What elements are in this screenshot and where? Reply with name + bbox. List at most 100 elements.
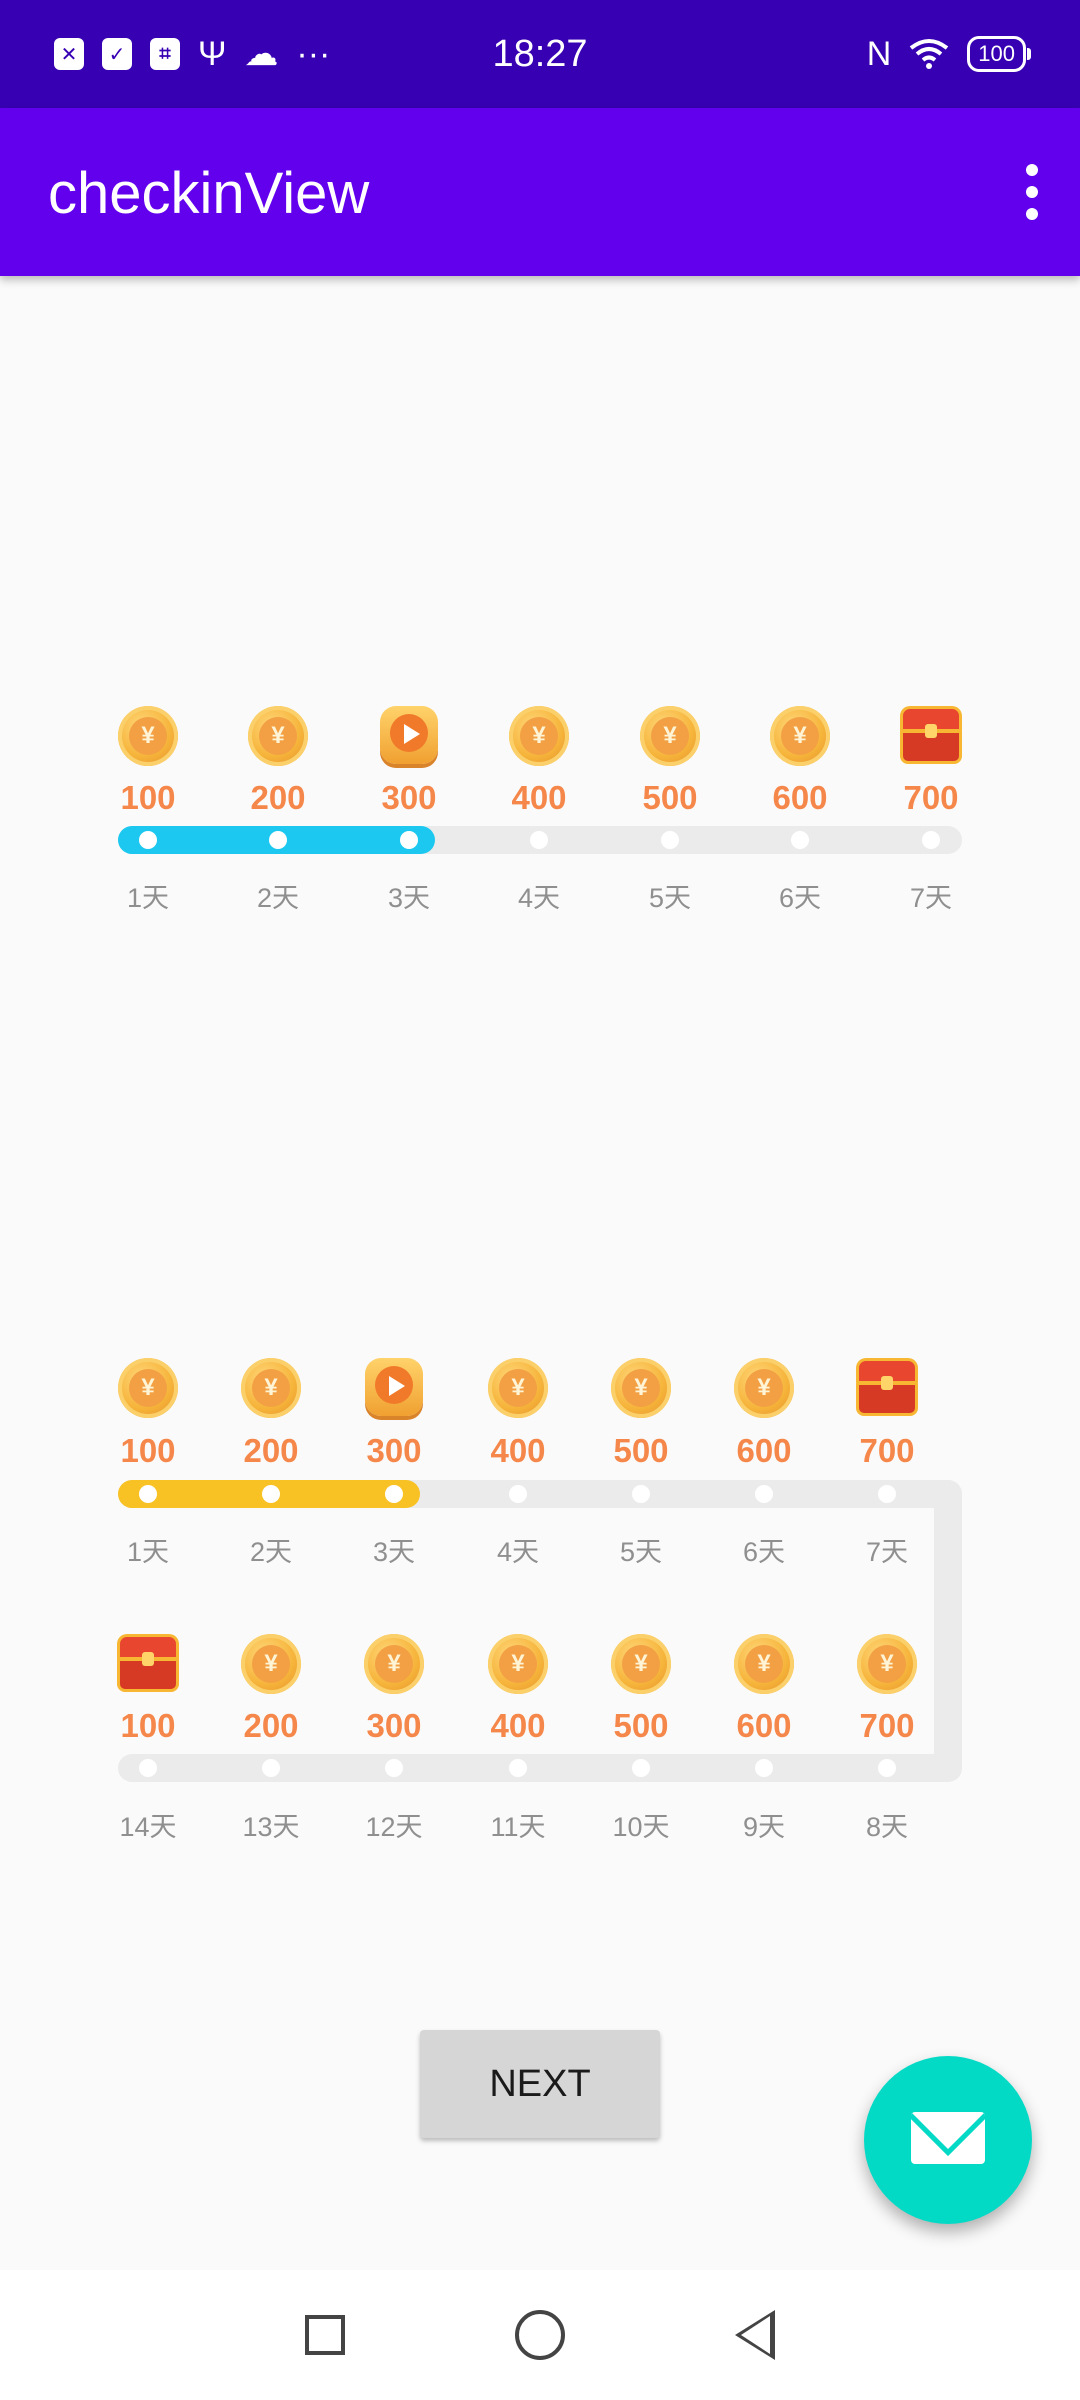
progress-dot xyxy=(400,831,418,849)
day-label: 6天 xyxy=(778,883,822,913)
yuan-symbol: ¥ xyxy=(745,1645,783,1683)
reward-amount: 400 xyxy=(490,1432,546,1469)
app-bar: checkinView xyxy=(0,108,1080,276)
yuan-symbol: ¥ xyxy=(868,1645,906,1683)
app-title: checkinView xyxy=(48,161,370,226)
battery-level: 100 xyxy=(978,41,1015,66)
reward-amount: 500 xyxy=(613,1432,669,1469)
treasure-chest-icon xyxy=(856,1358,918,1416)
coin-icon: ¥ xyxy=(857,1634,917,1694)
day-label: 3天 xyxy=(372,1537,416,1567)
chest-lock xyxy=(881,1376,893,1390)
day-label: 8天 xyxy=(865,1812,909,1842)
coin-icon: ¥ xyxy=(640,706,700,766)
progress-dot xyxy=(262,1485,280,1503)
reward-amount: 400 xyxy=(490,1707,546,1744)
day-label: 6天 xyxy=(742,1537,786,1567)
progress-dot xyxy=(530,831,548,849)
progress-dot xyxy=(632,1485,650,1503)
yuan-symbol: ¥ xyxy=(259,717,297,755)
day-label: 1天 xyxy=(126,1537,170,1567)
reward-amount: 600 xyxy=(736,1707,792,1744)
reward-amount: 200 xyxy=(243,1432,299,1469)
reward-amount: 700 xyxy=(903,779,959,816)
coin-icon: ¥ xyxy=(611,1634,671,1694)
day-label: 14天 xyxy=(119,1812,177,1842)
day-label: 11天 xyxy=(490,1812,546,1842)
day-label: 5天 xyxy=(619,1537,663,1567)
email-fab-button[interactable] xyxy=(864,2056,1032,2224)
progress-dot xyxy=(139,831,157,849)
yuan-symbol: ¥ xyxy=(520,717,558,755)
yuan-symbol: ¥ xyxy=(499,1645,537,1683)
day-label: 1天 xyxy=(126,883,170,913)
coin-icon: ¥ xyxy=(248,706,308,766)
yuan-symbol: ¥ xyxy=(129,717,167,755)
play-triangle xyxy=(404,724,420,744)
coin-icon: ¥ xyxy=(770,706,830,766)
back-triangle-icon[interactable] xyxy=(735,2310,775,2360)
coin-icon: ¥ xyxy=(118,706,178,766)
yuan-symbol: ¥ xyxy=(622,1645,660,1683)
progress-dot xyxy=(509,1759,527,1777)
yuan-symbol: ¥ xyxy=(499,1369,537,1407)
navigation-bar xyxy=(0,2270,1080,2400)
overflow-menu-icon[interactable] xyxy=(1014,164,1050,220)
day-label: 3天 xyxy=(387,883,431,913)
progress-dot xyxy=(139,1759,157,1777)
recents-square-icon[interactable] xyxy=(305,2315,345,2355)
coin-icon: ¥ xyxy=(118,1358,178,1418)
day-label: 7天 xyxy=(909,883,953,913)
reward-amount: 200 xyxy=(250,779,306,816)
day-label: 4天 xyxy=(496,1537,540,1567)
reward-amount: 600 xyxy=(736,1432,792,1469)
reward-amount: 100 xyxy=(120,779,176,816)
progress-dot xyxy=(385,1485,403,1503)
coin-icon: ¥ xyxy=(241,1358,301,1418)
battery-icon: 100 xyxy=(967,36,1031,72)
coin-icon: ¥ xyxy=(364,1634,424,1694)
yuan-symbol: ¥ xyxy=(129,1369,167,1407)
reward-amount: 300 xyxy=(381,779,437,816)
chest-lock xyxy=(142,1652,154,1666)
coin-icon: ¥ xyxy=(509,706,569,766)
day-label: 2天 xyxy=(249,1537,293,1567)
sim-x-icon: ✕ xyxy=(54,38,84,70)
reward-amount: 500 xyxy=(613,1707,669,1744)
status-bar: ✕ ✓ ⌗ Ψ ☁ ··· 18:27 N 100 xyxy=(0,0,1080,108)
progress-dot xyxy=(878,1759,896,1777)
yuan-symbol: ¥ xyxy=(781,717,819,755)
email-icon xyxy=(911,2112,985,2164)
check-box-icon: ✓ xyxy=(102,38,132,70)
progress-dot xyxy=(755,1485,773,1503)
day-label: 4天 xyxy=(517,883,561,913)
yuan-symbol: ¥ xyxy=(252,1369,290,1407)
next-button[interactable]: NEXT xyxy=(420,2030,660,2138)
yuan-symbol: ¥ xyxy=(375,1645,413,1683)
progress-dot xyxy=(509,1485,527,1503)
progress-dot xyxy=(139,1485,157,1503)
coin-icon: ¥ xyxy=(488,1634,548,1694)
usb-debug-icon: ⌗ xyxy=(150,38,180,70)
day-label: 2天 xyxy=(256,883,300,913)
yuan-symbol: ¥ xyxy=(252,1645,290,1683)
progress-dot xyxy=(385,1759,403,1777)
day-label: 7天 xyxy=(865,1537,909,1567)
progress-dot xyxy=(262,1759,280,1777)
day-label: 9天 xyxy=(742,1812,786,1842)
progress-dot xyxy=(632,1759,650,1777)
home-circle-icon[interactable] xyxy=(515,2310,565,2360)
usb-icon: Ψ xyxy=(198,35,227,73)
reward-amount: 300 xyxy=(366,1432,422,1469)
progress-dot xyxy=(269,831,287,849)
progress-track-connector xyxy=(934,1480,962,1782)
reward-amount: 100 xyxy=(120,1707,176,1744)
day-label: 13天 xyxy=(242,1812,300,1842)
nfc-icon: N xyxy=(866,35,892,73)
wifi-icon xyxy=(910,39,949,69)
day-label: 12天 xyxy=(365,1812,423,1842)
coin-icon: ¥ xyxy=(241,1634,301,1694)
reward-amount: 600 xyxy=(772,779,828,816)
reward-amount: 700 xyxy=(859,1432,915,1469)
coin-icon: ¥ xyxy=(488,1358,548,1418)
